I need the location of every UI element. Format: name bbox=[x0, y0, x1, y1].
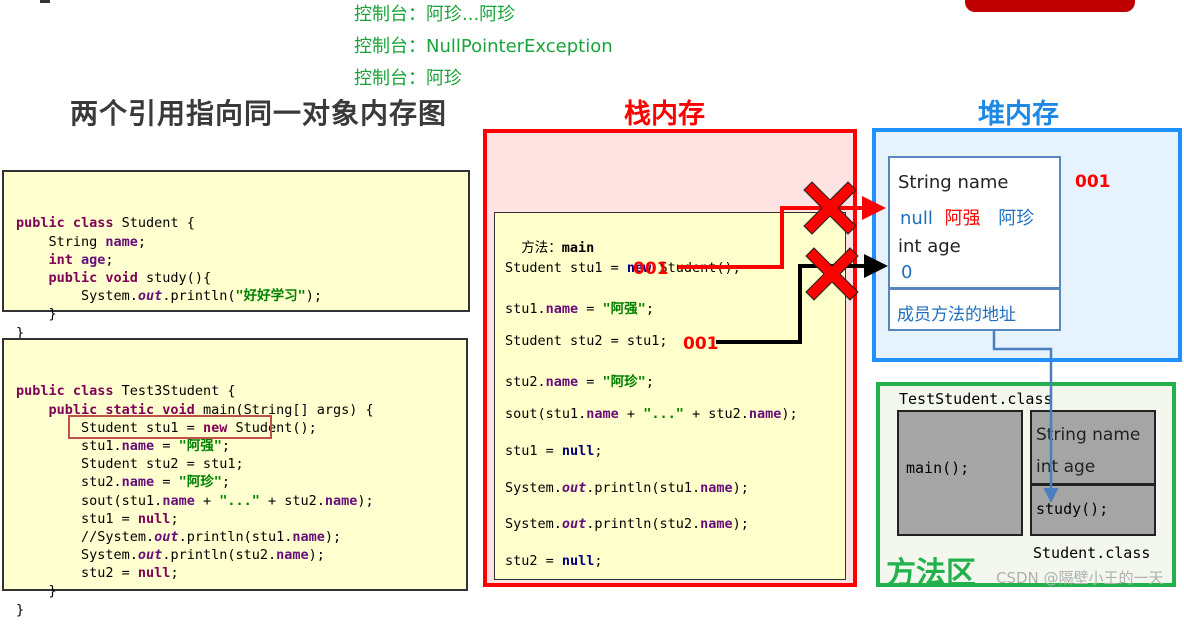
code-line: } bbox=[16, 601, 454, 619]
stu2-reference-arrow bbox=[716, 254, 888, 344]
stu1-address: 001 bbox=[633, 259, 669, 279]
cross-icon-stu2 bbox=[805, 247, 859, 301]
code-token: } bbox=[16, 601, 25, 618]
watermark: CSDN @隔壁小王的一天 bbox=[996, 569, 1164, 587]
stu2-address: 001 bbox=[683, 334, 719, 354]
arrows-overlay bbox=[678, 181, 1059, 503]
method-address-arrow bbox=[992, 330, 1059, 503]
